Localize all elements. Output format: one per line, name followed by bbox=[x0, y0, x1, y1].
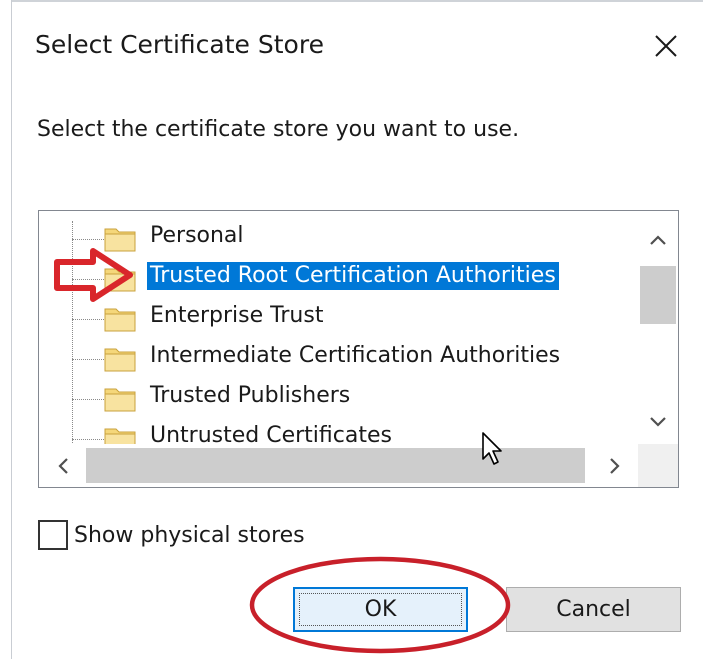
vertical-scrollbar[interactable] bbox=[638, 211, 678, 444]
tree-connector bbox=[72, 439, 106, 440]
cancel-button[interactable]: Cancel bbox=[506, 587, 681, 632]
tree-item-label: Intermediate Certification Authorities bbox=[150, 343, 561, 368]
scroll-left-button[interactable] bbox=[47, 448, 79, 483]
tree-item-trusted-publishers[interactable]: Trusted Publishers bbox=[39, 377, 638, 417]
certificate-store-tree[interactable]: Personal Trusted Root Certification Auth… bbox=[38, 210, 679, 488]
dialog-top-border bbox=[11, 0, 703, 2]
dialog-left-border bbox=[11, 0, 12, 659]
chevron-up-icon bbox=[650, 235, 666, 245]
show-physical-stores-checkbox[interactable] bbox=[38, 520, 68, 550]
tree-connector bbox=[72, 279, 106, 280]
horizontal-scrollbar[interactable] bbox=[39, 444, 638, 487]
tree-item-label: Personal bbox=[150, 223, 244, 248]
folder-icon bbox=[104, 428, 136, 444]
tree-viewport: Personal Trusted Root Certification Auth… bbox=[39, 211, 638, 444]
vertical-scroll-thumb[interactable] bbox=[640, 266, 676, 324]
tree-connector bbox=[72, 239, 106, 240]
scroll-up-button[interactable] bbox=[638, 223, 678, 257]
folder-icon bbox=[104, 268, 136, 292]
tree-item-label-selected: Trusted Root Certification Authorities bbox=[147, 262, 559, 290]
tree-connector bbox=[72, 359, 106, 360]
select-certificate-store-dialog: Select Certificate Store Select the cert… bbox=[0, 0, 703, 659]
chevron-left-icon bbox=[58, 457, 68, 474]
scroll-right-button[interactable] bbox=[597, 448, 633, 483]
show-physical-stores-option[interactable]: Show physical stores bbox=[38, 518, 305, 552]
scroll-down-button[interactable] bbox=[638, 405, 678, 439]
chevron-down-icon bbox=[650, 417, 666, 427]
chevron-right-icon bbox=[610, 457, 620, 474]
show-physical-stores-label: Show physical stores bbox=[74, 522, 305, 548]
tree-item-intermediate[interactable]: Intermediate Certification Authorities bbox=[39, 337, 638, 377]
tree-item-personal[interactable]: Personal bbox=[39, 217, 638, 257]
close-button[interactable] bbox=[640, 20, 692, 72]
dialog-title: Select Certificate Store bbox=[35, 30, 324, 59]
tree-item-enterprise-trust[interactable]: Enterprise Trust bbox=[39, 297, 638, 337]
ok-button-label: OK bbox=[364, 597, 397, 622]
tree-item-label: Trusted Publishers bbox=[150, 383, 351, 408]
horizontal-scroll-thumb[interactable] bbox=[86, 448, 585, 483]
tree-connector bbox=[72, 399, 106, 400]
close-icon bbox=[655, 35, 677, 57]
tree-item-trusted-root[interactable]: Trusted Root Certification Authorities bbox=[39, 257, 638, 297]
tree-item-label: Untrusted Certificates bbox=[150, 423, 392, 444]
folder-icon bbox=[104, 228, 136, 252]
folder-icon bbox=[104, 388, 136, 412]
ok-button[interactable]: OK bbox=[293, 587, 468, 632]
instruction-text: Select the certificate store you want to… bbox=[37, 117, 520, 142]
folder-icon bbox=[104, 308, 136, 332]
scrollbar-corner bbox=[638, 444, 678, 487]
folder-icon bbox=[104, 348, 136, 372]
tree-connector bbox=[72, 319, 106, 320]
tree-item-label: Enterprise Trust bbox=[150, 303, 324, 328]
mouse-cursor-icon bbox=[482, 432, 502, 465]
cancel-button-label: Cancel bbox=[556, 597, 631, 622]
tree-item-untrusted[interactable]: Untrusted Certificates bbox=[39, 417, 638, 444]
